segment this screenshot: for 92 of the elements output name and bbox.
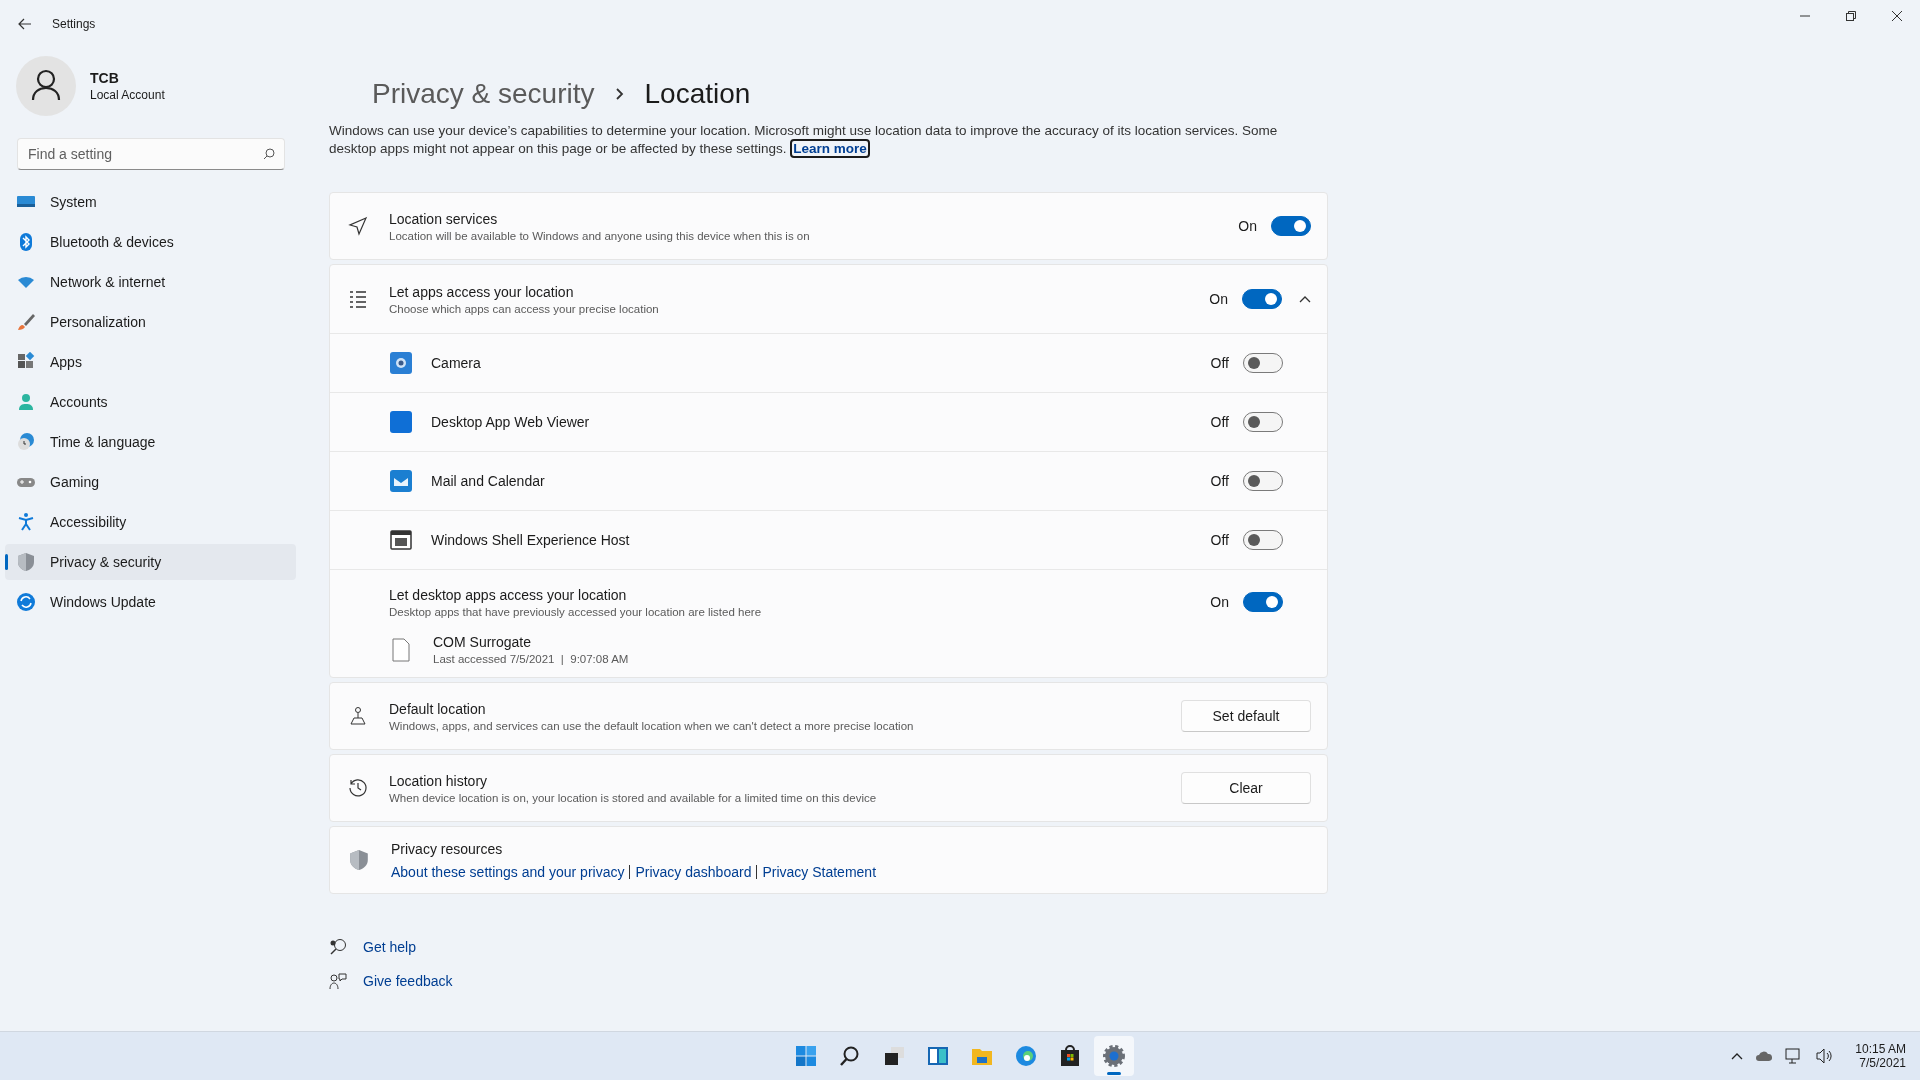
toggle-state: Off bbox=[1210, 414, 1229, 430]
setting-description: Location will be available to Windows and anyone using this device when this is on bbox=[389, 229, 811, 242]
chevron-icon bbox=[614, 87, 625, 101]
setting-description: Choose which apps can access your precise location bbox=[389, 302, 660, 315]
task-view-icon bbox=[882, 1044, 906, 1068]
app-icon bbox=[389, 351, 413, 375]
setting-description: Desktop apps that have previously accessed your location are listed here bbox=[389, 605, 763, 618]
nav-icon bbox=[16, 432, 36, 452]
learn-more-link[interactable]: Learn more bbox=[790, 139, 870, 158]
nav-icon bbox=[16, 592, 36, 612]
browser-icon bbox=[1014, 1044, 1038, 1068]
privacy-link[interactable]: Privacy Statement bbox=[762, 863, 877, 880]
setting-title: Location history bbox=[389, 772, 489, 789]
toggle-state: On bbox=[1209, 291, 1228, 307]
app-name: Windows Shell Experience Host bbox=[431, 532, 631, 548]
toggle-state: On bbox=[1210, 594, 1229, 610]
restore-icon[interactable] bbox=[1846, 11, 1856, 21]
breadcrumb-parent[interactable]: Privacy & security bbox=[372, 78, 595, 110]
nav-item[interactable]: Accounts bbox=[5, 384, 296, 420]
help-link[interactable]: Give feedback bbox=[363, 973, 453, 989]
volume-icon[interactable] bbox=[1815, 1048, 1834, 1064]
description-text: Windows can use your device’s capabilities to determine your location. Microsoft might use location data to improve the accuracy of its location services. Some desktop apps might not appear on this page or be affected by these settings. Learn more bbox=[329, 122, 1279, 158]
nav-icon bbox=[16, 392, 36, 412]
list-icon bbox=[348, 289, 368, 309]
app-name: Desktop App Web Viewer bbox=[431, 414, 591, 430]
toggle-switch[interactable] bbox=[1243, 353, 1283, 373]
settings-icon bbox=[1102, 1044, 1126, 1068]
pin-icon bbox=[348, 706, 368, 726]
app-name: Camera bbox=[431, 355, 482, 371]
help-link[interactable]: Get help bbox=[363, 939, 416, 955]
privacy-link[interactable]: About these settings and your privacy bbox=[391, 863, 625, 880]
file-icon bbox=[391, 637, 411, 662]
toggle-switch[interactable] bbox=[1243, 412, 1283, 432]
chevron-icon[interactable] bbox=[1731, 1052, 1744, 1060]
account-type: Local Account bbox=[90, 88, 165, 102]
nav-item[interactable]: Accessibility bbox=[5, 504, 296, 540]
nav-icon bbox=[16, 512, 36, 532]
setting-title: Location services bbox=[389, 210, 499, 227]
action-button[interactable]: Clear bbox=[1181, 772, 1311, 804]
shield-icon bbox=[348, 849, 370, 871]
nav-item[interactable]: Time & language bbox=[5, 424, 296, 460]
setting-title: Privacy resources bbox=[391, 840, 504, 857]
nav-icon bbox=[16, 552, 36, 572]
clock[interactable]: 10:15 AM 7/5/2021 bbox=[1855, 1042, 1906, 1070]
store-bag-icon bbox=[1058, 1044, 1082, 1068]
setting-title: Let apps access your location bbox=[389, 283, 575, 300]
privacy-link[interactable]: Privacy dashboard bbox=[635, 863, 752, 880]
history-icon bbox=[348, 778, 368, 798]
nav-item[interactable]: Network & internet bbox=[5, 264, 296, 300]
cloud-icon[interactable] bbox=[1755, 1049, 1774, 1063]
action-button[interactable]: Set default bbox=[1181, 700, 1311, 732]
nav-item[interactable]: Privacy & security bbox=[5, 544, 296, 580]
nav-icon bbox=[16, 312, 36, 332]
nav-item[interactable]: Gaming bbox=[5, 464, 296, 500]
nav-item[interactable]: Personalization bbox=[5, 304, 296, 340]
page-title: Location bbox=[644, 78, 751, 110]
window-title: Settings bbox=[52, 17, 96, 31]
nav-item[interactable]: System bbox=[5, 184, 296, 220]
toggle-switch[interactable] bbox=[1271, 216, 1311, 236]
avatar-icon[interactable] bbox=[16, 56, 76, 116]
close-icon[interactable] bbox=[1892, 11, 1902, 21]
search-icon bbox=[263, 148, 275, 160]
setting-title: Let desktop apps access your location bbox=[389, 586, 628, 603]
app-icon bbox=[389, 469, 413, 493]
back-icon[interactable] bbox=[18, 18, 32, 30]
navigation-arrow-icon bbox=[348, 216, 368, 236]
widgets-icon bbox=[926, 1044, 950, 1068]
nav-item[interactable]: Windows Update bbox=[5, 584, 296, 620]
profile-name: TCB bbox=[90, 70, 120, 86]
setting-description: Windows, apps, and services can use the default location when we can't detect a more precise location bbox=[389, 719, 915, 732]
toggle-state: Off bbox=[1210, 532, 1229, 548]
search-field[interactable]: Find a setting bbox=[17, 138, 285, 170]
app-icon bbox=[389, 528, 413, 552]
nav-item[interactable]: Apps bbox=[5, 344, 296, 380]
app-icon bbox=[389, 410, 413, 434]
toggle-switch[interactable] bbox=[1243, 592, 1283, 612]
help-icon bbox=[329, 938, 347, 956]
toggle-state: On bbox=[1238, 218, 1257, 234]
app-name: COM Surrogate bbox=[433, 634, 533, 650]
chevron-icon[interactable] bbox=[1299, 295, 1311, 303]
toggle-switch[interactable] bbox=[1243, 530, 1283, 550]
toggle-switch[interactable] bbox=[1242, 289, 1282, 309]
setting-title: Default location bbox=[389, 700, 487, 717]
windows-icon bbox=[794, 1044, 818, 1068]
toggle-switch[interactable] bbox=[1243, 471, 1283, 491]
nav-item[interactable]: Bluetooth & devices bbox=[5, 224, 296, 260]
last-accessed-text: Last accessed 7/5/2021 | 9:07:08 AM bbox=[433, 653, 630, 665]
app-name: Mail and Calendar bbox=[431, 473, 546, 489]
feedback-icon bbox=[329, 972, 347, 990]
toggle-state: Off bbox=[1210, 355, 1229, 371]
setting-description: When device location is on, your location is stored and available for a limited time on this device bbox=[389, 791, 878, 804]
toggle-state: Off bbox=[1210, 473, 1229, 489]
